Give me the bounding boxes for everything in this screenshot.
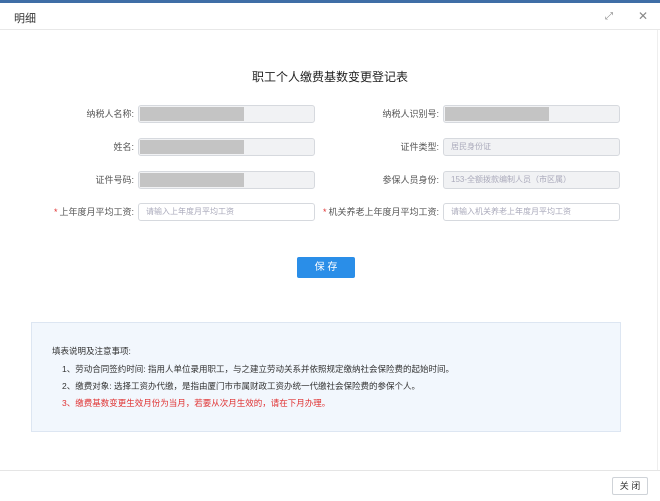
last-year-wage-input[interactable]: 请输入上年度月平均工资 bbox=[138, 203, 315, 221]
save-button[interactable]: 保 存 bbox=[297, 257, 355, 278]
dialog-right-edge bbox=[657, 30, 658, 470]
required-asterisk: * bbox=[53, 207, 58, 217]
dialog-footer bbox=[0, 470, 660, 501]
note-item: 2、缴费对象: 选择工资办代缴，是指由厦门市市属财政工资办统一代缴社会保险费的参… bbox=[62, 381, 420, 391]
taxpayer-name-field bbox=[138, 105, 315, 123]
redacted-value bbox=[445, 107, 549, 121]
notes-panel: 填表说明及注意事项: 1、劳动合同签约时间: 指用人单位录用职工，与之建立劳动关… bbox=[31, 322, 621, 432]
dialog-header: 明细 ⤢ ✕ bbox=[0, 3, 660, 30]
close-icon[interactable]: ✕ bbox=[636, 9, 650, 23]
insured-identity-label: 参保人员身份: bbox=[382, 175, 439, 185]
pension-wage-label: * 机关养老上年度月平均工资: bbox=[322, 207, 439, 217]
note-item-warning: 3、缴费基数变更生效月份为当月，若要从次月生效的，请在下月办理。 bbox=[62, 398, 331, 408]
taxpayer-name-label: 纳税人名称: bbox=[86, 109, 134, 119]
redacted-value bbox=[140, 140, 244, 154]
taxpayer-id-label: 纳税人识别号: bbox=[382, 109, 439, 119]
required-asterisk: * bbox=[322, 207, 327, 217]
name-label: 姓名: bbox=[113, 142, 134, 152]
insured-identity-field: 153-全额拨款编制人员（市区属） bbox=[443, 171, 620, 189]
id-type-label: 证件类型: bbox=[400, 142, 439, 152]
form-title: 职工个人缴费基数变更登记表 bbox=[251, 70, 408, 84]
note-item: 1、劳动合同签约时间: 指用人单位录用职工，与之建立劳动关系并依照规定缴纳社会保… bbox=[62, 364, 454, 374]
id-type-field: 居民身份证 bbox=[443, 138, 620, 156]
expand-icon[interactable]: ⤢ bbox=[602, 9, 616, 23]
close-button[interactable]: 关 闭 bbox=[612, 477, 648, 495]
notes-heading: 填表说明及注意事项: bbox=[52, 346, 131, 356]
id-number-field bbox=[138, 171, 315, 189]
name-field bbox=[138, 138, 315, 156]
redacted-value bbox=[140, 173, 244, 187]
dialog-title: 明细 bbox=[14, 13, 36, 25]
last-year-wage-label: * 上年度月平均工资: bbox=[53, 207, 134, 217]
id-number-label: 证件号码: bbox=[95, 175, 134, 185]
redacted-value bbox=[140, 107, 244, 121]
pension-wage-input[interactable]: 请输入机关养老上年度月平均工资 bbox=[443, 203, 620, 221]
taxpayer-id-field bbox=[443, 105, 620, 123]
